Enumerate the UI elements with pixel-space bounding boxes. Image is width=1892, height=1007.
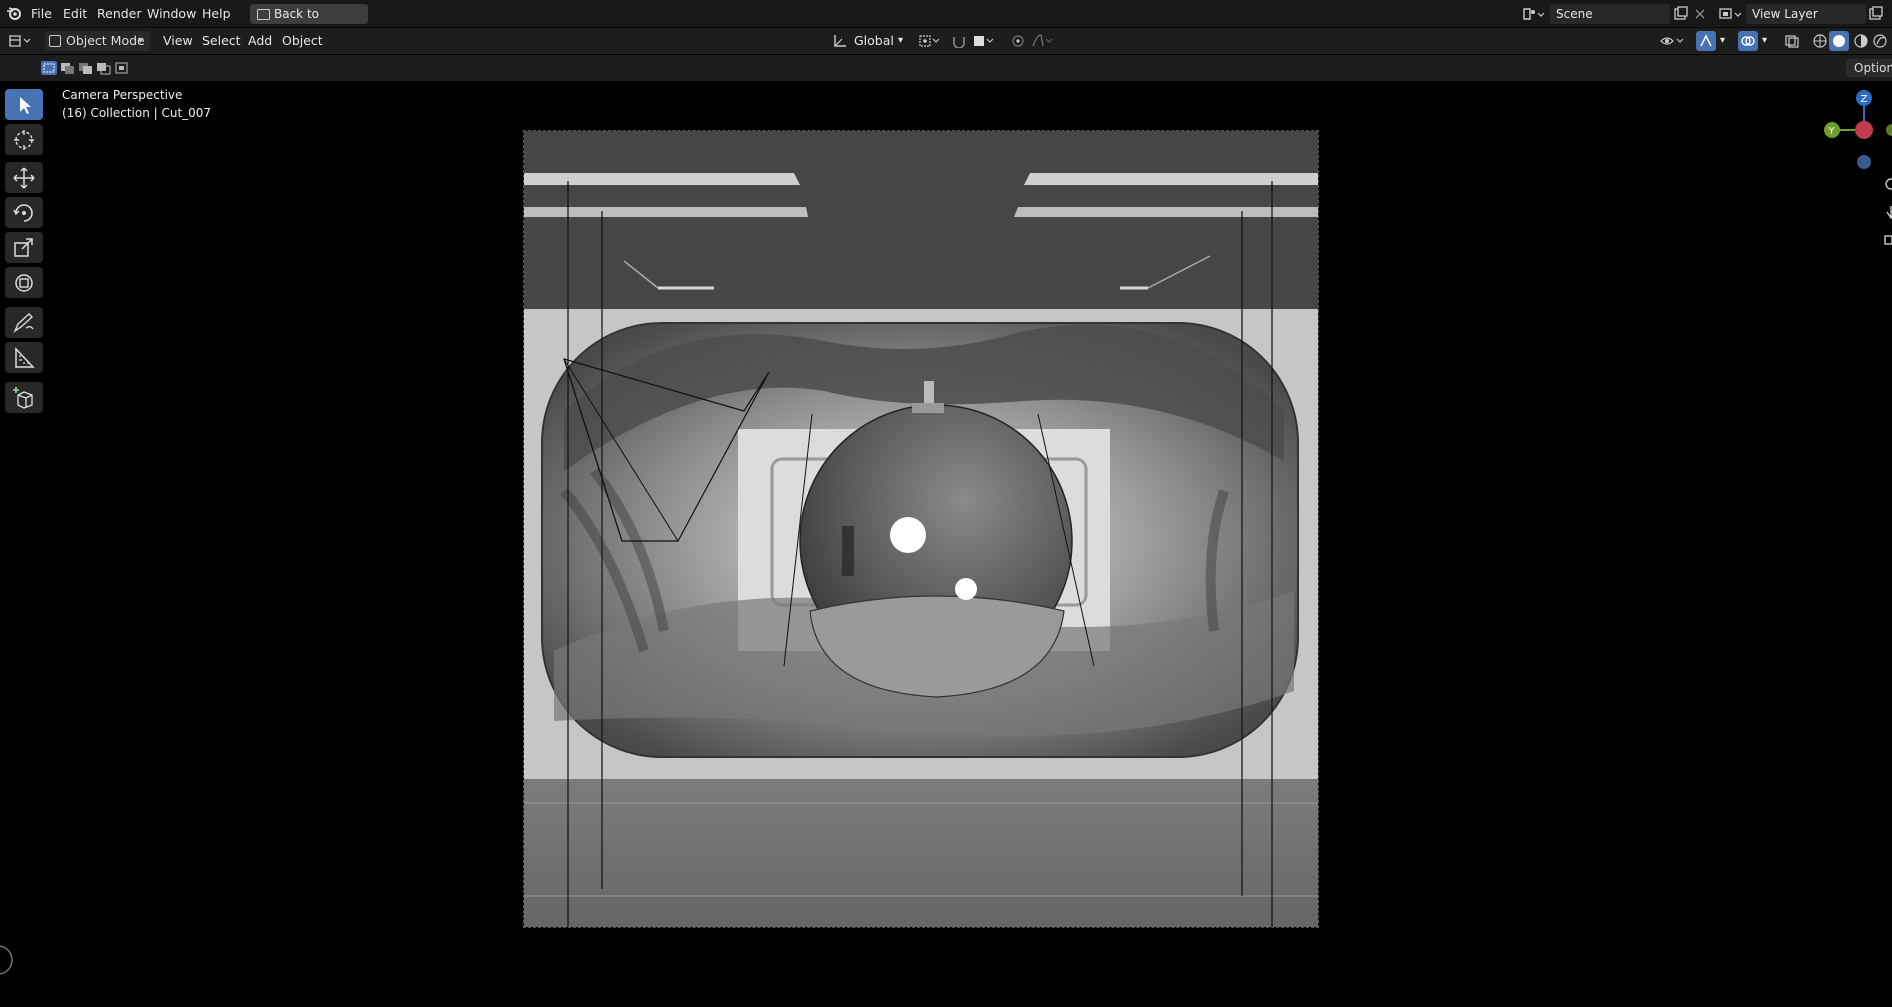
axis-z-label: Z bbox=[1861, 94, 1868, 105]
corner-widget-icon[interactable] bbox=[0, 942, 16, 978]
rotate-icon bbox=[13, 204, 33, 222]
menu-edit[interactable]: Edit bbox=[63, 0, 87, 27]
solid-shading-icon bbox=[1833, 35, 1845, 47]
scale-tool[interactable] bbox=[5, 232, 43, 263]
gizmo-toggle-button[interactable] bbox=[1696, 31, 1716, 51]
solid-shading-button[interactable] bbox=[1829, 31, 1849, 51]
axis-x-icon[interactable] bbox=[1855, 121, 1873, 139]
material-shading-icon[interactable] bbox=[1853, 33, 1869, 49]
new-scene-icon[interactable] bbox=[1673, 6, 1689, 22]
menu-select[interactable]: Select bbox=[202, 28, 241, 54]
snap-icon[interactable] bbox=[951, 34, 967, 48]
navigation-gizmo[interactable]: Z Y bbox=[1820, 86, 1892, 176]
visibility-icon[interactable] bbox=[1660, 34, 1686, 48]
menu-view[interactable]: View bbox=[163, 28, 193, 54]
rotate-tool[interactable] bbox=[5, 197, 43, 228]
remove-scene-icon[interactable] bbox=[1693, 6, 1707, 22]
menu-help[interactable]: Help bbox=[202, 0, 231, 27]
rendered-shading-icon[interactable] bbox=[1872, 33, 1888, 49]
view-navigation-icons[interactable] bbox=[1882, 176, 1892, 256]
select-box-tool[interactable] bbox=[5, 89, 43, 120]
scene-name: Scene bbox=[1556, 7, 1593, 21]
snap-target-icon[interactable] bbox=[972, 34, 996, 48]
overlay-icon bbox=[1741, 36, 1755, 46]
gizmo-icon bbox=[1700, 34, 1712, 47]
cursor-tool[interactable] bbox=[5, 124, 43, 155]
annotate-tool[interactable] bbox=[5, 307, 43, 338]
view-layer-field[interactable]: View Layer bbox=[1746, 4, 1866, 24]
menu-object[interactable]: Object bbox=[282, 28, 323, 54]
scale-icon bbox=[14, 238, 33, 257]
chevron-down-icon[interactable]: ▾ bbox=[1762, 28, 1767, 54]
add-cube-icon bbox=[13, 387, 33, 409]
chevron-down-icon: ▾ bbox=[898, 35, 904, 46]
transform-icon bbox=[15, 274, 33, 292]
viewport-subtitle: (16) Collection | Cut_007 bbox=[62, 106, 212, 120]
transform-tool[interactable] bbox=[5, 267, 43, 298]
back-to-previous-button[interactable]: Back to Previous bbox=[250, 4, 368, 41]
transform-orientation-icon bbox=[834, 35, 846, 47]
axis-neg-z-icon[interactable] bbox=[1857, 155, 1871, 169]
proportional-editing-icon[interactable] bbox=[1010, 34, 1026, 48]
menu-window[interactable]: Window bbox=[147, 0, 196, 27]
view-layer-icon[interactable] bbox=[1718, 6, 1744, 22]
transform-orientation-select[interactable]: Global bbox=[854, 28, 894, 54]
axis-y-label: Y bbox=[1828, 126, 1836, 137]
move-icon bbox=[13, 167, 35, 189]
camera-view[interactable] bbox=[523, 130, 1319, 928]
menu-render[interactable]: Render bbox=[97, 0, 142, 27]
move-tool[interactable] bbox=[5, 162, 43, 193]
menu-file[interactable]: File bbox=[31, 0, 52, 27]
overlay-toggle-button[interactable] bbox=[1738, 31, 1758, 51]
blender-logo-icon[interactable] bbox=[6, 5, 22, 21]
xray-icon[interactable] bbox=[1784, 34, 1800, 48]
cursor-arrow-icon bbox=[20, 97, 31, 114]
falloff-icon[interactable] bbox=[1031, 34, 1055, 48]
pencil-icon bbox=[13, 313, 34, 333]
scene-icon[interactable] bbox=[1522, 6, 1546, 22]
pivot-point-icon[interactable] bbox=[918, 34, 942, 48]
axis-neg-y-icon[interactable] bbox=[1886, 124, 1892, 136]
editor-type-icon[interactable] bbox=[8, 34, 34, 48]
measure-tool[interactable] bbox=[5, 342, 43, 373]
options-button[interactable]: Options bbox=[1846, 59, 1892, 77]
object-mode-select[interactable]: Object Mode ▾ bbox=[45, 31, 150, 51]
crosshair-icon bbox=[14, 130, 34, 150]
selection-mode-icons[interactable] bbox=[40, 60, 138, 76]
wireframe-shading-icon[interactable] bbox=[1812, 33, 1828, 49]
add-cube-tool[interactable] bbox=[5, 382, 43, 413]
tool-header: Options bbox=[0, 55, 1892, 81]
viewport-title: Camera Perspective bbox=[62, 88, 183, 102]
back-icon bbox=[257, 9, 270, 20]
menu-add[interactable]: Add bbox=[248, 28, 272, 54]
chevron-down-icon[interactable]: ▾ bbox=[1720, 28, 1725, 54]
chevron-down-icon: ▾ bbox=[138, 35, 144, 46]
object-mode-icon bbox=[49, 35, 61, 47]
new-view-layer-icon[interactable] bbox=[1868, 6, 1884, 22]
object-mode-label: Object Mode bbox=[66, 33, 145, 48]
viewport-header: Object Mode ▾ View Select Add Object Glo… bbox=[0, 28, 1892, 54]
top-bar: File Edit Render Window Help Back to Pre… bbox=[0, 0, 1892, 41]
view-layer-name: View Layer bbox=[1752, 7, 1818, 21]
ruler-icon bbox=[15, 347, 35, 368]
scene-field[interactable]: Scene bbox=[1550, 4, 1670, 24]
scene-render bbox=[524, 131, 1318, 927]
